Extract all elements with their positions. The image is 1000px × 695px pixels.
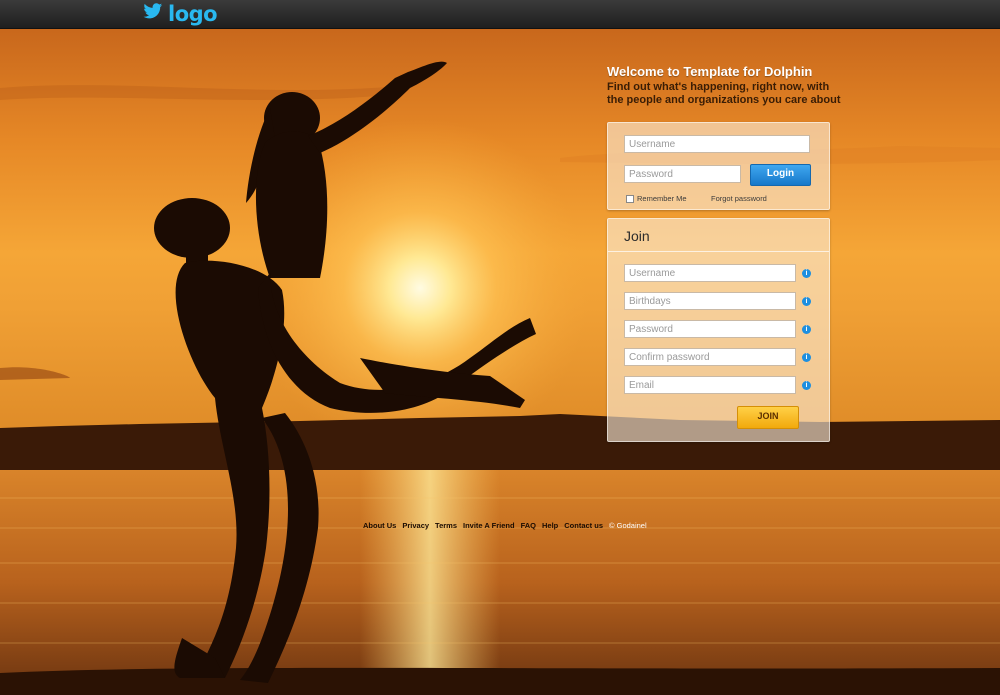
welcome-subtitle: Find out what's happening, right now, wi…: [607, 81, 841, 106]
twitter-bird-icon: [143, 3, 163, 25]
join-button[interactable]: JOIN: [737, 406, 799, 429]
join-username-input[interactable]: [624, 264, 796, 282]
top-bar: logo: [0, 0, 1000, 29]
login-panel: Login Remember Me Forgot password: [607, 122, 830, 210]
join-confirm-password-input[interactable]: [624, 348, 796, 366]
footer-link-invite-friend[interactable]: Invite A Friend: [463, 521, 515, 530]
remember-me-label: Remember Me: [637, 194, 687, 203]
login-username-input[interactable]: [624, 135, 810, 153]
remember-me-checkbox[interactable]: [626, 194, 634, 203]
footer-copyright: © Godainel: [609, 521, 647, 530]
join-password-input[interactable]: [624, 320, 796, 338]
join-title: Join: [624, 228, 650, 244]
info-icon[interactable]: i: [802, 297, 811, 306]
footer-link-help[interactable]: Help: [542, 521, 558, 530]
join-divider: [608, 251, 829, 252]
info-icon[interactable]: i: [802, 269, 811, 278]
logo[interactable]: logo: [143, 2, 218, 26]
remember-me[interactable]: Remember Me: [626, 194, 687, 203]
welcome-title: Welcome to Template for Dolphin: [607, 64, 813, 79]
footer-link-about-us[interactable]: About Us: [363, 521, 396, 530]
footer-link-terms[interactable]: Terms: [435, 521, 457, 530]
background-photo: [0, 28, 1000, 695]
info-icon[interactable]: i: [802, 353, 811, 362]
join-birthday-input[interactable]: [624, 292, 796, 310]
login-password-input[interactable]: [624, 165, 741, 183]
footer-link-faq[interactable]: FAQ: [521, 521, 536, 530]
forgot-password-link[interactable]: Forgot password: [711, 194, 767, 203]
logo-text: logo: [168, 2, 218, 26]
footer-link-privacy[interactable]: Privacy: [402, 521, 429, 530]
join-panel: Join i i i i i JOIN: [607, 218, 830, 442]
login-button[interactable]: Login: [750, 164, 811, 186]
info-icon[interactable]: i: [802, 325, 811, 334]
footer-links: About Us Privacy Terms Invite A Friend F…: [363, 521, 647, 530]
join-email-input[interactable]: [624, 376, 796, 394]
info-icon[interactable]: i: [802, 381, 811, 390]
welcome-block: Welcome to Template for Dolphin Find out…: [607, 64, 847, 107]
footer-link-contact-us[interactable]: Contact us: [564, 521, 603, 530]
